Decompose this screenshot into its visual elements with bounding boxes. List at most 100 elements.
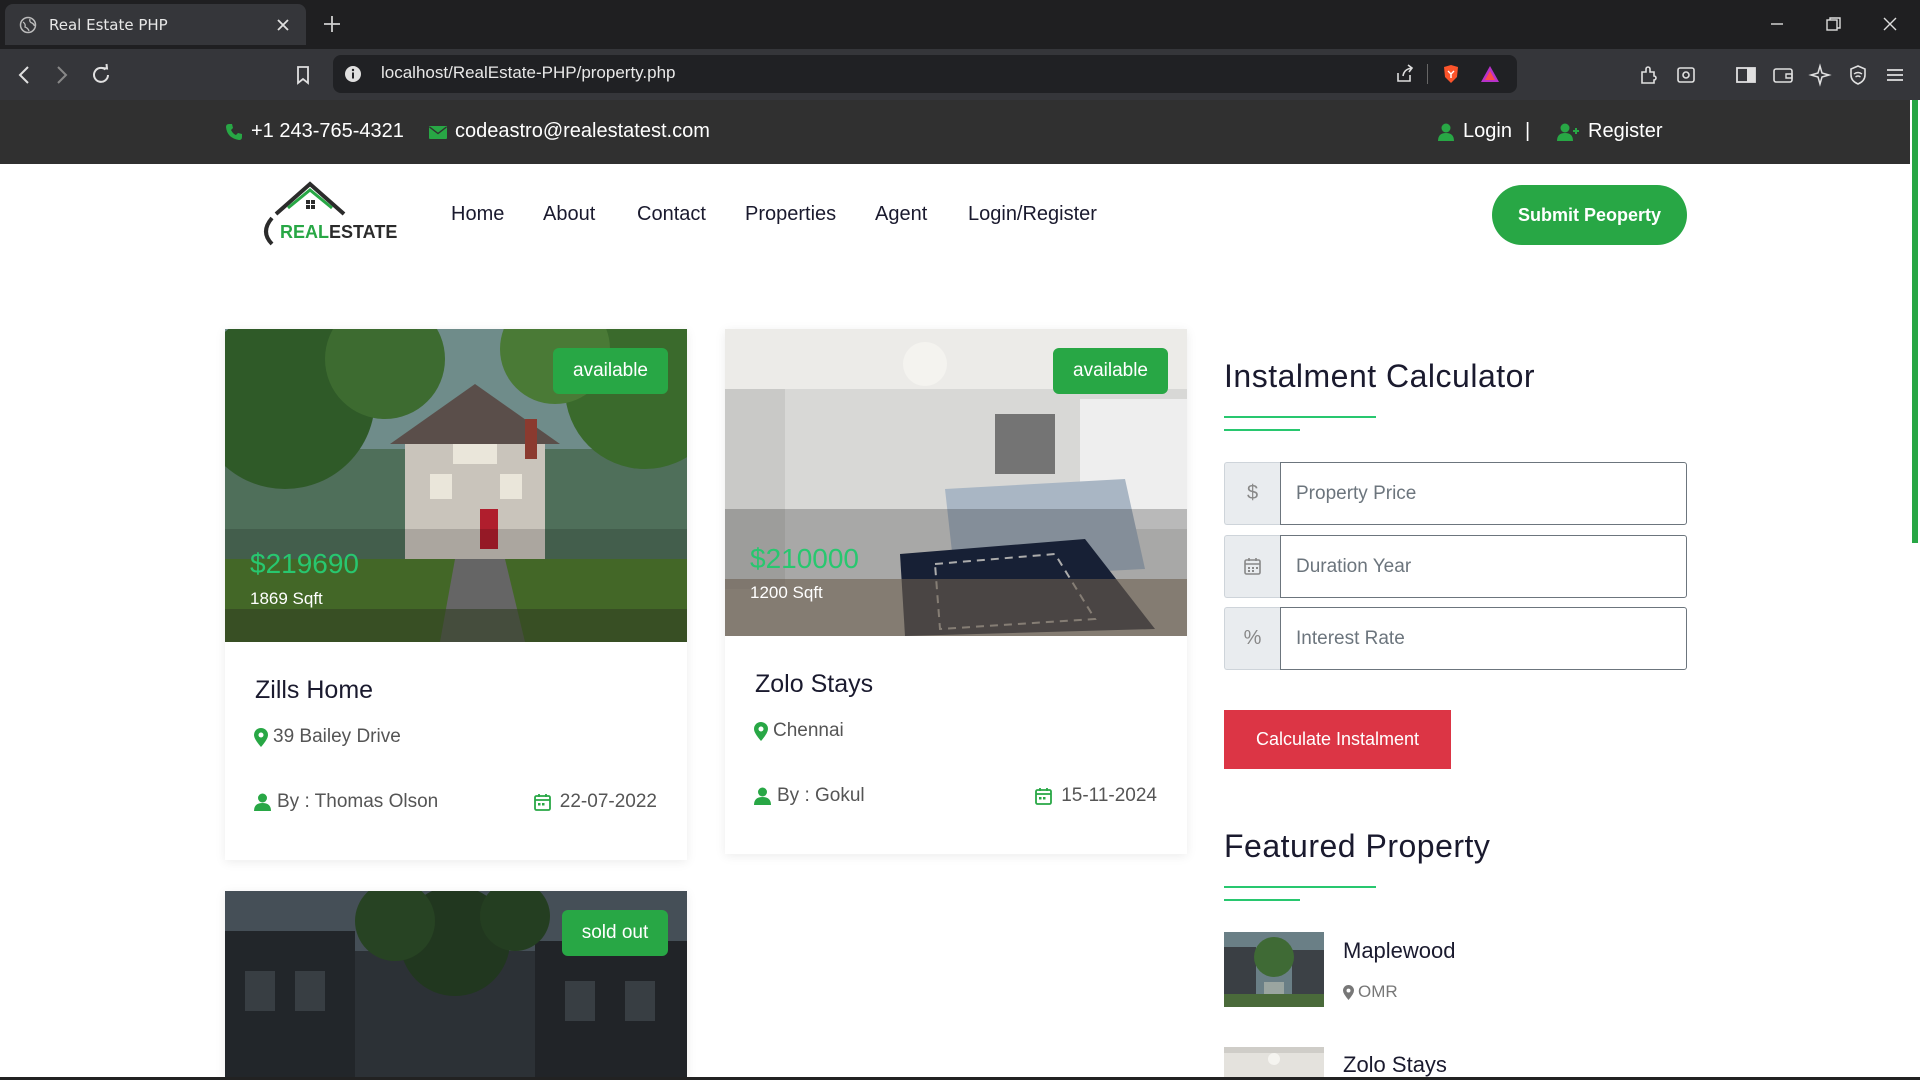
property-area: 1200 Sqft [750,583,823,602]
nav-login-register[interactable]: Login/Register [968,203,1097,226]
duration-input-group [1224,535,1687,598]
user-icon [254,793,271,811]
calendar-icon [533,794,551,811]
info-icon[interactable] [343,64,363,84]
extensions-icon[interactable] [1636,62,1662,88]
maplewood-photo [1224,932,1324,1007]
map-marker-icon [254,727,268,747]
nav-contact[interactable]: Contact [637,203,706,226]
topbar-register-link[interactable]: Register [1556,120,1662,143]
nav-agent[interactable]: Agent [875,203,927,226]
logo-wordmark: REALESTATE [280,222,397,243]
property-date-text: 22-07-2022 [559,791,657,812]
calculator-heading: Instalment Calculator [1224,358,1536,394]
new-tab-plus-icon[interactable] [321,13,343,35]
featured-thumbnail[interactable] [1224,932,1324,1007]
property-card[interactable]: sold out [225,891,687,1077]
calculate-instalment-button[interactable]: Calculate Instalment [1224,710,1451,769]
screenshot-icon[interactable] [1673,62,1699,88]
contact-topbar: +1 243-765-4321 codeastro@realestatest.c… [0,100,1920,164]
property-area: 1869 Sqft [250,589,323,608]
heading-underline-short [1224,429,1300,431]
property-price: $219690 [250,548,360,579]
topbar-separator: | [1525,120,1530,143]
phone-icon [226,123,242,140]
topbar-register-text: Register [1588,120,1663,142]
property-location-text: 39 Bailey Drive [273,726,401,747]
property-card[interactable]: available $210000 1200 Sqft Zolo Stays C… [725,329,1187,854]
property-location: Chennai [754,720,844,742]
close-icon[interactable] [274,16,292,34]
sidebar-toggle-icon[interactable] [1733,62,1759,88]
topbar-login-link[interactable]: Login [1436,120,1512,143]
featured-thumbnail[interactable] [1224,1047,1324,1077]
user-plus-icon [1557,123,1579,141]
wallet-icon[interactable] [1770,62,1796,88]
heading-underline [1224,416,1376,418]
nav-about[interactable]: About [543,203,595,226]
browser-tab-title: Real Estate PHP [49,15,168,34]
minimize-icon[interactable] [1765,12,1789,36]
featured-title[interactable]: Maplewood [1343,938,1456,964]
heading-underline-short [1224,899,1300,901]
property-card[interactable]: available $219690 1869 Sqft Zills Home 3… [225,329,687,860]
duration-year-input[interactable] [1280,535,1687,598]
calendar-icon [1244,558,1261,575]
page-scrollbar-thumb[interactable] [1912,100,1918,543]
property-author: By : Thomas Olson [254,791,438,813]
bookmark-icon[interactable] [290,62,316,88]
property-author-text: By : Thomas Olson [277,791,439,812]
share-icon[interactable] [1394,63,1416,85]
property-price: $210000 [750,543,860,574]
topbar-login-text: Login [1463,120,1512,142]
property-title[interactable]: Zills Home [255,676,373,705]
address-url[interactable]: localhost/RealEstate-PHP/property.php [381,63,676,83]
property-author: By : Gokul [754,785,865,807]
brave-rewards-icon[interactable] [1479,63,1501,85]
address-bar[interactable]: localhost/RealEstate-PHP/property.php [333,55,1517,93]
logo-text-estate: ESTATE [329,222,398,242]
restore-icon[interactable] [1821,12,1845,36]
property-date: 22-07-2022 [533,791,657,813]
map-marker-icon [1343,984,1354,1000]
vpn-shield-icon[interactable] [1845,62,1871,88]
reload-icon[interactable] [88,62,114,88]
property-title[interactable]: Zolo Stays [755,670,873,699]
property-location-text: Chennai [773,720,844,741]
browser-tab[interactable]: Real Estate PHP [5,4,306,45]
interest-input-group: % [1224,607,1687,670]
property-price-input[interactable] [1280,462,1687,525]
nav-properties[interactable]: Properties [745,203,836,226]
user-icon [1438,123,1454,141]
forward-arrow-icon[interactable] [48,62,74,88]
dollar-addon: $ [1224,462,1280,525]
map-marker-icon [754,721,768,741]
window-close-icon[interactable] [1878,12,1902,36]
menu-hamburger-icon[interactable] [1882,62,1908,88]
topbar-phone[interactable]: +1 243-765-4321 [224,120,404,143]
status-badge: available [553,348,668,394]
topbar-email[interactable]: codeastro@realestatest.com [428,120,710,143]
topbar-separator-text: | [1525,120,1531,142]
globe-icon [19,16,37,33]
logo-text-real: REAL [280,222,329,242]
back-arrow-icon[interactable] [12,62,38,88]
user-icon [754,787,771,805]
featured-location-text: OMR [1358,982,1398,1001]
interest-rate-input[interactable] [1280,607,1687,670]
brave-shield-icon[interactable] [1440,63,1462,85]
nav-home[interactable]: Home [451,203,504,226]
site-logo[interactable]: REALESTATE [258,178,397,250]
percent-addon: % [1224,607,1280,670]
heading-underline [1224,886,1376,888]
status-badge: sold out [562,910,668,956]
leo-ai-icon[interactable] [1808,62,1834,88]
featured-title[interactable]: Zolo Stays [1343,1052,1447,1078]
submit-property-button[interactable]: Submit Peoperty [1492,185,1687,245]
property-date-text: 15-11-2024 [1061,785,1157,806]
status-badge: available [1053,348,1168,394]
browser-toolbar: localhost/RealEstate-PHP/property.php [0,49,1920,100]
topbar-phone-text: +1 243-765-4321 [251,120,404,142]
zolo-stays-photo [1224,1047,1324,1077]
topbar-email-text: codeastro@realestatest.com [455,120,710,142]
